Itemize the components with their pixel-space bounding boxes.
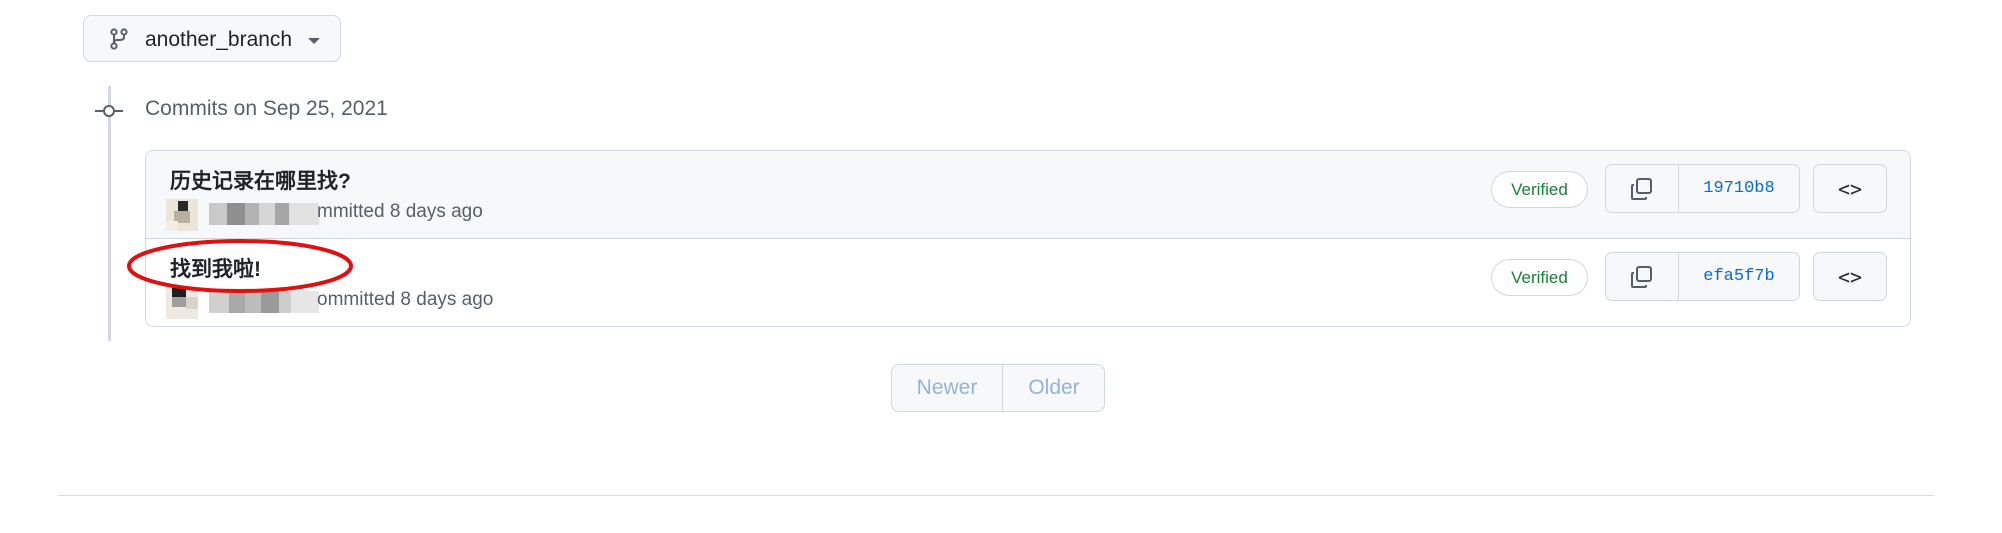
- copy-sha-button[interactable]: [1606, 165, 1679, 212]
- footer-divider: [58, 495, 1934, 496]
- copy-icon: [1631, 266, 1652, 288]
- author-name-blurred[interactable]: [209, 203, 319, 225]
- commits-day-heading: Commits on Sep 25, 2021: [145, 97, 388, 120]
- git-commit-icon: [95, 99, 123, 128]
- chevron-down-icon: [308, 38, 320, 44]
- verified-badge[interactable]: Verified: [1491, 259, 1588, 296]
- copy-icon: [1631, 178, 1652, 200]
- git-branch-icon: [109, 28, 129, 55]
- commit-sha-link[interactable]: efa5f7b: [1679, 253, 1799, 300]
- older-button[interactable]: Older: [1002, 365, 1104, 411]
- copy-sha-button[interactable]: [1606, 253, 1679, 300]
- branch-selector-button[interactable]: another_branch: [83, 15, 341, 62]
- sha-button-group: efa5f7b: [1605, 252, 1800, 301]
- browse-repo-button[interactable]: <>: [1813, 252, 1887, 301]
- commit-meta: mmitted 8 days ago: [317, 201, 483, 222]
- commit-sha-link[interactable]: 19710b8: [1679, 165, 1799, 212]
- sha-button-group: 19710b8: [1605, 164, 1800, 213]
- pagination: Newer Older: [891, 364, 1105, 412]
- commit-row: 历史记录在哪里找? mmitted 8 days ago Verified 19…: [146, 151, 1910, 239]
- commit-title-link[interactable]: 历史记录在哪里找?: [170, 165, 351, 195]
- annotation-circle: [127, 239, 353, 293]
- verified-badge[interactable]: Verified: [1491, 171, 1588, 208]
- avatar[interactable]: [166, 199, 198, 231]
- browse-repo-button[interactable]: <>: [1813, 164, 1887, 213]
- branch-name: another_branch: [145, 28, 293, 51]
- commit-list: 历史记录在哪里找? mmitted 8 days ago Verified 19…: [145, 150, 1911, 327]
- newer-button[interactable]: Newer: [892, 365, 1003, 411]
- commit-row: 找到我啦! ommitted 8 days ago Verified efa5f…: [146, 239, 1910, 326]
